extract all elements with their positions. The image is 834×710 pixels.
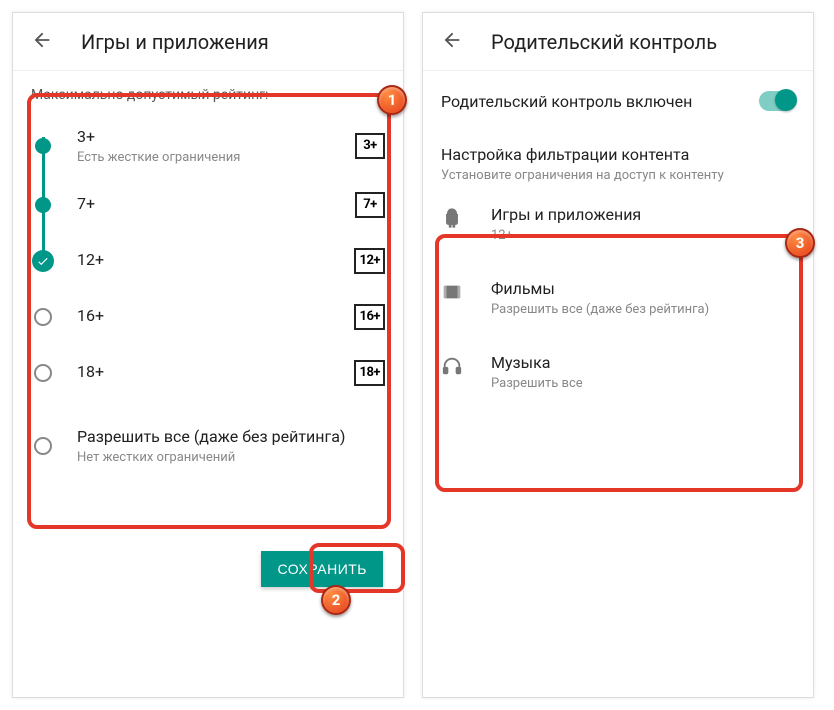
rating-option-3[interactable]: 3+ Есть жесткие ограничения 3+ (13, 115, 403, 177)
rating-label: 7+ (77, 194, 333, 215)
rating-option-16[interactable]: 16+ 16+ (13, 289, 403, 345)
filter-header: Настройка фильтрации контента Установите… (423, 131, 813, 187)
right-screen: Родительский контроль Родительский контр… (422, 12, 814, 698)
category-music[interactable]: Музыка Разрешить все (423, 335, 813, 409)
rating-list: 3+ Есть жесткие ограничения 3+ 7+ 7+ (13, 111, 403, 481)
rating-badge: 12+ (354, 248, 385, 274)
cat-sub: Разрешить все (даже без рейтинга) (491, 302, 795, 317)
android-icon (441, 207, 463, 229)
film-icon (441, 281, 463, 303)
rating-option-7[interactable]: 7+ 7+ (13, 177, 403, 233)
back-arrow-icon[interactable] (31, 29, 53, 55)
rating-badge: 18+ (354, 360, 385, 386)
radio-empty-icon (34, 364, 52, 382)
rating-sub: Есть жесткие ограничения (77, 150, 333, 165)
cat-title: Музыка (491, 353, 795, 372)
switch-label: Родительский контроль включен (441, 92, 692, 111)
radio-dot-icon (35, 138, 51, 154)
rating-badge: 16+ (354, 304, 385, 330)
radio-empty-icon (34, 308, 52, 326)
rating-badge: 3+ (355, 133, 385, 159)
toolbar: Родительский контроль (423, 13, 813, 71)
rating-label: 16+ (77, 306, 332, 327)
switch-on-icon (759, 91, 795, 111)
filter-sub: Установите ограничения на доступ к конте… (441, 168, 795, 183)
radio-check-icon (32, 250, 54, 272)
marker-2: 2 (321, 585, 351, 615)
rating-label: 18+ (77, 362, 332, 383)
headphones-icon (441, 355, 463, 377)
left-screen: Игры и приложения Максимально допустимый… (12, 12, 404, 698)
radio-empty-icon (34, 437, 52, 455)
rating-sub: Нет жестких ограничений (77, 450, 385, 465)
rating-option-18[interactable]: 18+ 18+ (13, 345, 403, 401)
rating-option-all[interactable]: Разрешить все (даже без рейтинга) Нет же… (13, 401, 403, 477)
rating-badge: 7+ (355, 192, 385, 218)
page-title: Родительский контроль (491, 30, 717, 54)
section-label: Максимально допустимый рейтинг: (13, 71, 403, 111)
back-arrow-icon[interactable] (441, 29, 463, 55)
rating-label: 12+ (77, 250, 332, 271)
filter-title: Настройка фильтрации контента (441, 145, 795, 164)
page-title: Игры и приложения (81, 30, 269, 54)
cat-title: Фильмы (491, 279, 795, 298)
cat-sub: Разрешить все (491, 376, 795, 391)
category-apps[interactable]: Игры и приложения 12+ (423, 187, 813, 261)
toolbar: Игры и приложения (13, 13, 403, 71)
cat-sub: 12+ (491, 228, 795, 243)
cat-title: Игры и приложения (491, 205, 795, 224)
category-movies[interactable]: Фильмы Разрешить все (даже без рейтинга) (423, 261, 813, 335)
parental-control-toggle[interactable]: Родительский контроль включен (423, 71, 813, 131)
radio-dot-icon (35, 197, 51, 213)
save-button[interactable]: СОХРАНИТЬ (261, 551, 383, 587)
rating-option-12[interactable]: 12+ 12+ (13, 233, 403, 289)
rating-label: Разрешить все (даже без рейтинга) (77, 427, 385, 448)
rating-label: 3+ (77, 127, 333, 148)
